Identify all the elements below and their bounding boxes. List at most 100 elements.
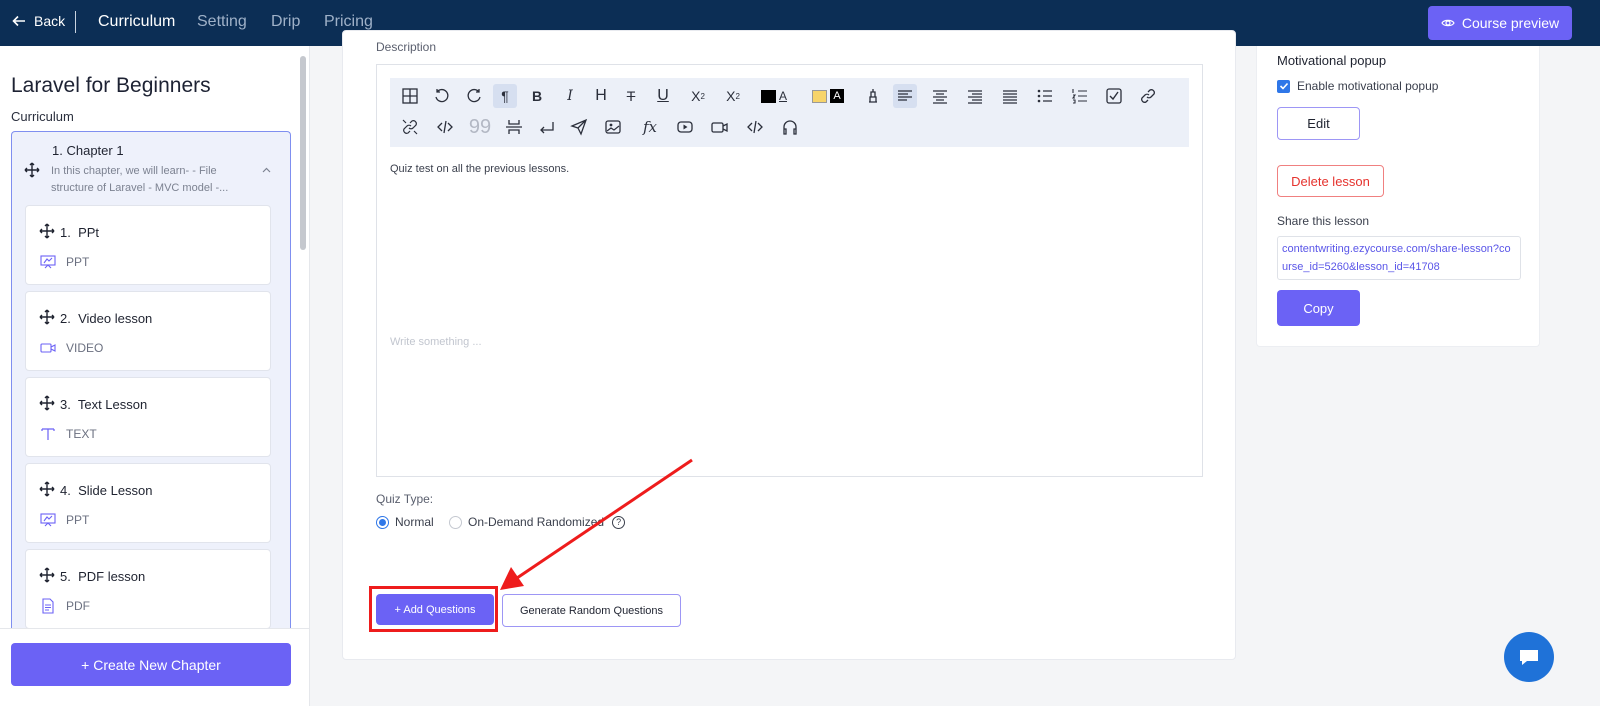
radio-button[interactable] (449, 515, 462, 529)
line-break-icon[interactable] (535, 115, 559, 139)
course-preview-button[interactable]: Course preview (1428, 6, 1572, 40)
unlink-icon[interactable] (398, 115, 422, 139)
italic-icon[interactable]: I (558, 84, 582, 108)
enable-motivational-popup-checkbox[interactable]: Enable motivational popup (1277, 79, 1438, 93)
presentation-icon (40, 255, 56, 269)
radio-randomized-label: On-Demand Randomized (468, 515, 605, 529)
drag-handle-icon[interactable] (39, 223, 55, 239)
tab-drip[interactable]: Drip (271, 13, 300, 31)
heading-icon[interactable]: H (589, 84, 613, 108)
sidebar-scrollbar[interactable] (300, 56, 306, 250)
drag-handle-icon[interactable] (39, 309, 55, 325)
chat-icon (1520, 650, 1538, 665)
text-color-icon[interactable]: A (757, 84, 791, 108)
radio-normal[interactable]: Normal (376, 515, 434, 529)
chevron-up-icon[interactable] (262, 166, 271, 175)
rich-text-editor[interactable]: ¶ B I H T U X2 X2 A A 99 fx Quiz test on… (376, 64, 1203, 477)
link-icon[interactable] (1136, 84, 1160, 108)
lesson-item[interactable]: 2. Video lesson VIDEO (25, 291, 271, 371)
chapter-description: In this chapter, we will learn- - File s… (51, 165, 229, 194)
checklist-icon[interactable] (1102, 84, 1126, 108)
drag-handle-icon[interactable] (39, 567, 55, 583)
radio-on-demand-randomized[interactable]: On-Demand Randomized ? (449, 515, 626, 529)
tab-pricing[interactable]: Pricing (324, 13, 373, 31)
edit-button[interactable]: Edit (1277, 107, 1360, 140)
copy-button[interactable]: Copy (1277, 290, 1360, 326)
undo-icon[interactable] (430, 84, 454, 108)
drag-handle-icon[interactable] (24, 162, 40, 178)
share-link-field[interactable]: contentwriting.ezycourse.com/share-lesso… (1277, 236, 1521, 280)
lesson-item[interactable]: 3. Text Lesson TEXT (25, 377, 271, 457)
text-icon (41, 428, 55, 440)
lesson-type: PDF (66, 599, 90, 613)
enable-motivational-popup-label: Enable motivational popup (1297, 79, 1439, 93)
send-icon[interactable] (567, 115, 591, 139)
bullet-list-icon[interactable] (1033, 84, 1057, 108)
audio-icon[interactable] (778, 115, 802, 139)
highlight-color-icon[interactable]: A (809, 84, 847, 108)
clear-format-icon[interactable] (861, 84, 885, 108)
course-title: Laravel for Beginners (11, 74, 211, 97)
lesson-type: VIDEO (66, 341, 104, 355)
youtube-icon[interactable] (673, 115, 697, 139)
paragraph-icon[interactable]: ¶ (493, 84, 517, 108)
radio-button[interactable] (376, 515, 389, 529)
lesson-item[interactable]: 1. PPt PPT (25, 205, 271, 285)
align-right-icon[interactable] (963, 84, 987, 108)
align-left-icon[interactable] (893, 84, 917, 108)
radio-normal-label: Normal (395, 515, 434, 529)
back-label: Back (34, 13, 66, 29)
quote-icon[interactable]: 99 (468, 115, 492, 139)
editor-content[interactable]: Quiz test on all the previous lessons. (390, 163, 569, 175)
image-icon[interactable] (601, 115, 625, 139)
sidebar-footer: + Create New Chapter (0, 628, 309, 706)
chapter-panel: 1. Chapter 1 In this chapter, we will le… (11, 131, 291, 651)
lesson-type: PPT (66, 255, 90, 269)
page-break-icon[interactable] (502, 115, 526, 139)
divider (75, 11, 76, 33)
numbered-list-icon[interactable] (1068, 84, 1092, 108)
create-new-chapter-button[interactable]: + Create New Chapter (11, 643, 291, 686)
table-icon[interactable] (398, 84, 422, 108)
lesson-title: 3. Text Lesson (60, 397, 148, 412)
help-icon[interactable]: ? (612, 515, 626, 529)
align-center-icon[interactable] (928, 84, 952, 108)
tab-curriculum[interactable]: Curriculum (98, 13, 175, 31)
editor-placeholder[interactable]: Write something ... (390, 336, 482, 348)
underline-icon[interactable]: U (651, 84, 675, 108)
lesson-settings-panel: Motivational popup Enable motivational p… (1256, 46, 1540, 347)
strikethrough-icon[interactable]: T (619, 84, 643, 108)
generate-random-questions-button[interactable]: Generate Random Questions (502, 594, 681, 627)
embed-code-icon[interactable] (743, 115, 767, 139)
video-embed-icon[interactable] (708, 115, 732, 139)
formula-icon[interactable]: fx (638, 115, 662, 139)
code-icon[interactable] (433, 115, 457, 139)
redo-icon[interactable] (462, 84, 486, 108)
eye-icon (1441, 19, 1455, 27)
align-justify-icon[interactable] (998, 84, 1022, 108)
chapter-header[interactable]: 1. Chapter 1 In this chapter, we will le… (12, 132, 290, 197)
back-button[interactable]: Back (12, 13, 65, 29)
presentation-icon (40, 513, 56, 527)
motivational-popup-title: Motivational popup (1277, 53, 1387, 68)
delete-lesson-button[interactable]: Delete lesson (1277, 165, 1384, 197)
lesson-title: 5. PDF lesson (60, 569, 146, 584)
lesson-title: 4. Slide Lesson (60, 483, 153, 498)
chat-support-button[interactable] (1504, 632, 1554, 682)
course-preview-label: Course preview (1461, 15, 1560, 31)
tab-setting[interactable]: Setting (197, 13, 247, 31)
superscript-icon[interactable]: X2 (721, 84, 745, 108)
check-icon (1279, 82, 1288, 90)
lesson-item[interactable]: 4. Slide Lesson PPT (25, 463, 271, 543)
quiz-type-label: Quiz Type: (376, 492, 434, 506)
subscript-icon[interactable]: X2 (686, 84, 710, 108)
drag-handle-icon[interactable] (39, 481, 55, 497)
lesson-item[interactable]: 5. PDF lesson PDF (25, 549, 271, 629)
chapter-title: 1. Chapter 1 (52, 143, 124, 158)
chapter-number: 1. (52, 143, 63, 158)
drag-handle-icon[interactable] (39, 395, 55, 411)
bold-icon[interactable]: B (525, 84, 549, 108)
checkbox-checked[interactable] (1277, 79, 1290, 93)
lesson-type: PPT (66, 513, 90, 527)
share-lesson-label: Share this lesson (1277, 214, 1370, 228)
